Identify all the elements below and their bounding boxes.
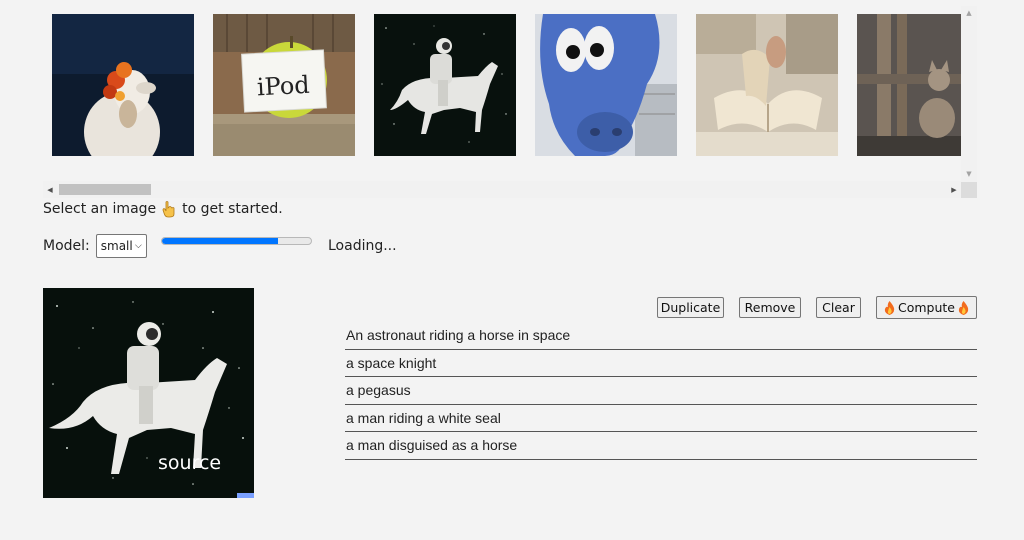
image-gallery: iPod ▲ ▼ ◀ ▶ — [43, 6, 977, 198]
model-select-value: small — [100, 239, 133, 253]
duplicate-button[interactable]: Duplicate — [657, 297, 724, 318]
scroll-up-arrow-icon[interactable]: ▲ — [961, 6, 977, 20]
fire-icon — [884, 300, 895, 315]
ipod-label: iPod — [256, 71, 310, 102]
instruction-text: Select an image to get started. — [43, 200, 283, 218]
scrollbar-corner — [961, 182, 977, 198]
prompt-input[interactable]: a man disguised as a horse — [345, 432, 977, 460]
gallery-viewport: iPod — [43, 6, 961, 181]
model-select[interactable]: small ⌵ — [95, 234, 147, 258]
scroll-down-arrow-icon[interactable]: ▼ — [961, 167, 977, 181]
source-label: source — [158, 452, 222, 474]
gallery-vertical-scrollbar[interactable]: ▲ ▼ — [961, 6, 977, 181]
compute-label: Compute — [897, 300, 955, 315]
compute-button[interactable]: Compute — [876, 296, 977, 319]
model-label: Model: — [43, 238, 90, 254]
scroll-left-arrow-icon[interactable]: ◀ — [43, 182, 57, 198]
instruction-after: to get started. — [182, 201, 283, 217]
prompt-input[interactable]: a pegasus — [345, 377, 977, 405]
gallery-horizontal-scrollbar[interactable]: ◀ ▶ — [43, 182, 961, 198]
prompt-list: An astronaut riding a horse in space a s… — [345, 322, 977, 460]
clear-button[interactable]: Clear — [816, 297, 861, 318]
prompt-input[interactable]: a space knight — [345, 350, 977, 377]
gallery-image-cat[interactable] — [857, 14, 961, 156]
loading-status: Loading... — [328, 238, 397, 254]
progress-fill — [162, 238, 279, 244]
loading-progress-bar — [161, 237, 312, 245]
scroll-right-arrow-icon[interactable]: ▶ — [947, 182, 961, 198]
horizontal-scroll-thumb[interactable] — [59, 184, 151, 195]
prompt-input[interactable]: a man riding a white seal — [345, 405, 977, 432]
gallery-image-cow[interactable] — [535, 14, 677, 156]
gallery-image-apple[interactable]: iPod — [213, 14, 355, 156]
pointing-hand-icon — [160, 200, 178, 218]
model-row: Model: small ⌵ — [43, 234, 147, 258]
gallery-image-dog[interactable] — [52, 14, 194, 156]
remove-button[interactable]: Remove — [739, 297, 801, 318]
chevron-down-icon: ⌵ — [134, 241, 142, 251]
prompt-input[interactable]: An astronaut riding a horse in space — [345, 322, 977, 350]
source-image: source — [43, 288, 254, 498]
fire-icon — [958, 300, 969, 315]
instruction-before: Select an image — [43, 201, 157, 217]
gallery-image-book[interactable] — [696, 14, 838, 156]
gallery-image-astronaut[interactable] — [374, 14, 516, 156]
